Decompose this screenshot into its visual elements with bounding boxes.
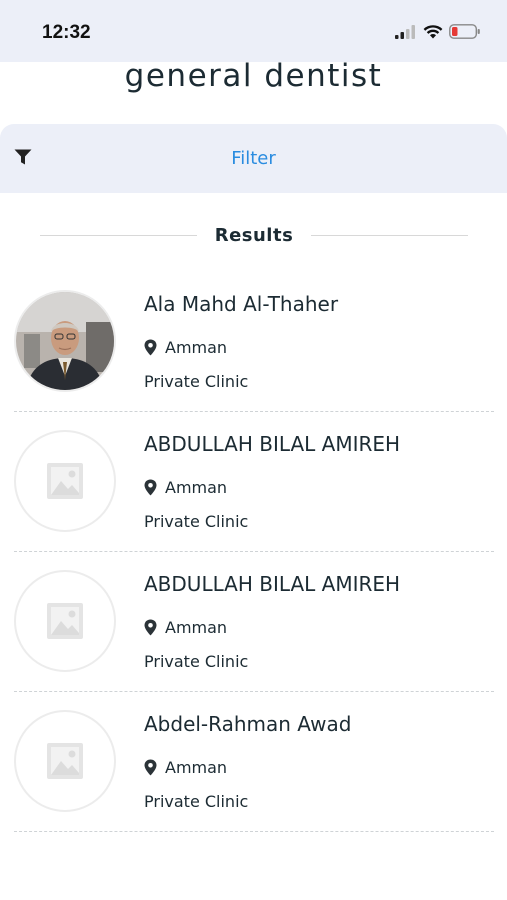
location-row: Amman [144, 618, 227, 637]
wifi-icon [423, 24, 443, 38]
location-row: Amman [144, 338, 227, 357]
result-list-item[interactable]: ABDULLAH BILAL AMIREH Amman Private Clin… [14, 552, 494, 692]
filter-label: Filter [231, 148, 276, 169]
results-title: Results [214, 224, 294, 246]
doctor-name: Ala Mahd Al-Thaher [144, 292, 339, 316]
status-bar: 12:32 [0, 0, 507, 62]
location-row: Amman [144, 478, 227, 497]
location-pin-icon [144, 339, 157, 356]
filter-funnel-icon[interactable] [14, 149, 32, 166]
avatar [14, 570, 116, 672]
placeholder-image-icon [47, 463, 83, 499]
doctor-name: ABDULLAH BILAL AMIREH [144, 432, 401, 456]
battery-low-icon [449, 24, 480, 39]
location-pin-icon [144, 619, 157, 636]
placeholder-image-icon [47, 603, 83, 639]
result-list-item[interactable]: Ala Mahd Al-Thaher Amman Private Clinic [14, 272, 494, 412]
city-label: Amman [165, 758, 228, 777]
status-icons [395, 24, 481, 39]
doctor-name: Abdel-Rahman Awad [144, 712, 352, 736]
clinic-type-label: Private Clinic [144, 792, 249, 811]
results-list: Ala Mahd Al-Thaher Amman Private Clinic … [14, 272, 494, 832]
cellular-signal-icon [395, 24, 415, 39]
status-time: 12:32 [42, 22, 91, 43]
doctor-name: ABDULLAH BILAL AMIREH [144, 572, 401, 596]
location-row: Amman [144, 758, 227, 777]
clinic-type-label: Private Clinic [144, 512, 249, 531]
results-header: Results [40, 222, 468, 248]
city-label: Amman [165, 618, 228, 637]
doctor-photo [16, 292, 114, 390]
result-list-item[interactable]: ABDULLAH BILAL AMIREH Amman Private Clin… [14, 412, 494, 552]
avatar [14, 290, 116, 392]
clinic-type-label: Private Clinic [144, 652, 249, 671]
clinic-type-label: Private Clinic [144, 372, 249, 391]
filter-button[interactable]: Filter [0, 124, 507, 193]
location-pin-icon [144, 479, 157, 496]
avatar [14, 430, 116, 532]
city-label: Amman [165, 338, 228, 357]
result-list-item[interactable]: Abdel-Rahman Awad Amman Private Clinic [14, 692, 494, 832]
location-pin-icon [144, 759, 157, 776]
city-label: Amman [165, 478, 228, 497]
page-title: general dentist [124, 58, 383, 94]
results-divider-left [40, 234, 197, 236]
avatar [14, 710, 116, 812]
results-divider-right [311, 234, 468, 236]
placeholder-image-icon [47, 743, 83, 779]
